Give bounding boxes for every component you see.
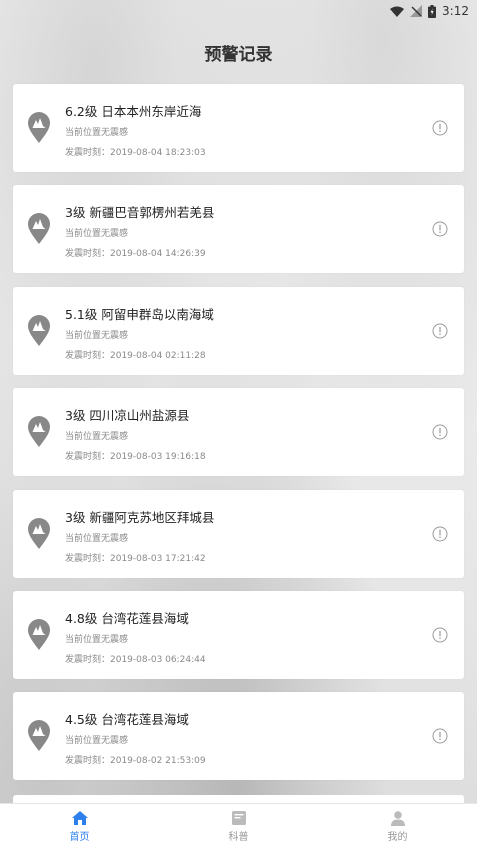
nav-home[interactable]: 首页 [0, 804, 159, 849]
nav-mine[interactable]: 我的 [318, 804, 477, 849]
quake-marker-icon [28, 213, 50, 245]
signal-off-icon [410, 5, 423, 17]
record-card[interactable]: 3级 新疆阿克苏地区拜城县 当前位置无震感 发震时刻：2019-08-03 17… [13, 489, 464, 578]
nav-science[interactable]: 科普 [159, 804, 318, 849]
record-card[interactable]: 6.2级 日本本州东岸近海 当前位置无震感 发震时刻：2019-08-04 18… [13, 84, 464, 172]
record-status: 当前位置无震感 [65, 229, 129, 240]
record-time: 发震时刻：2019-08-03 17:21:42 [65, 553, 206, 564]
record-status: 当前位置无震感 [65, 533, 129, 544]
record-card[interactable]: 5.1级 阿留申群岛以南海域 当前位置无震感 发震时刻：2019-08-04 0… [13, 286, 464, 375]
status-time: 3:12 [442, 4, 469, 18]
battery-icon [428, 4, 437, 18]
wifi-icon [390, 6, 405, 17]
quake-marker-icon [28, 416, 50, 448]
quake-marker-icon [28, 112, 50, 143]
record-headline: 3级 新疆巴音郭楞州若羌县 [65, 205, 215, 221]
nav-science-label: 科普 [228, 832, 249, 843]
record-headline: 4.5级 台湾花莲县海域 [65, 712, 189, 728]
record-status: 当前位置无震感 [65, 128, 129, 138]
quake-marker-icon [28, 517, 50, 549]
record-time: 发震时刻：2019-08-04 02:11:28 [65, 350, 206, 361]
record-time: 发震时刻：2019-08-02 21:53:09 [65, 756, 206, 767]
record-time: 发震时刻：2019-08-03 19:16:18 [65, 452, 206, 463]
record-headline: 6.2级 日本本州东岸近海 [65, 104, 202, 119]
record-status: 当前位置无震感 [65, 330, 129, 341]
home-icon [71, 811, 88, 825]
record-status: 当前位置无震感 [65, 634, 129, 645]
record-headline: 3级 新疆阿克苏地区拜城县 [65, 509, 215, 525]
record-headline: 5.1级 阿留申群岛以南海域 [65, 306, 214, 322]
info-icon[interactable] [432, 424, 448, 440]
info-icon[interactable] [432, 120, 448, 136]
bottom-nav: 首页 科普 我的 [0, 803, 477, 849]
record-status: 当前位置无震感 [65, 432, 129, 443]
record-list: 6.2级 日本本州东岸近海 当前位置无震感 发震时刻：2019-08-04 18… [13, 84, 464, 794]
info-icon[interactable] [432, 728, 448, 744]
record-time: 发震时刻：2019-08-03 06:24:44 [65, 654, 206, 665]
info-icon[interactable] [432, 323, 448, 339]
info-icon[interactable] [432, 526, 448, 542]
user-icon [390, 811, 405, 826]
status-bar: 3:12 [0, 0, 477, 22]
record-card[interactable]: 3级 新疆巴音郭楞州若羌县 当前位置无震感 发震时刻：2019-08-04 14… [13, 185, 464, 274]
record-card[interactable]: 4.5级 台湾花莲县海域 当前位置无震感 发震时刻：2019-08-02 21:… [13, 692, 464, 781]
record-card[interactable]: 4.8级 台湾花莲县海域 当前位置无震感 发震时刻：2019-08-03 06:… [13, 590, 464, 679]
record-time: 发震时刻：2019-08-04 18:23:03 [65, 148, 206, 158]
record-headline: 3级 四川凉山州盐源县 [65, 408, 190, 424]
quake-marker-icon [28, 618, 50, 650]
info-icon[interactable] [432, 627, 448, 643]
quake-marker-icon [28, 720, 50, 752]
record-card[interactable]: 3级 四川凉山州盐源县 当前位置无震感 发震时刻：2019-08-03 19:1… [13, 388, 464, 477]
record-time: 发震时刻：2019-08-04 14:26:39 [65, 249, 206, 260]
record-status: 当前位置无震感 [65, 736, 129, 747]
nav-home-label: 首页 [69, 832, 90, 843]
quake-marker-icon [28, 314, 50, 346]
nav-mine-label: 我的 [387, 832, 408, 843]
book-icon [231, 811, 246, 825]
info-icon[interactable] [432, 221, 448, 237]
page-title: 预警记录 [204, 45, 273, 65]
record-headline: 4.8级 台湾花莲县海域 [65, 610, 189, 626]
